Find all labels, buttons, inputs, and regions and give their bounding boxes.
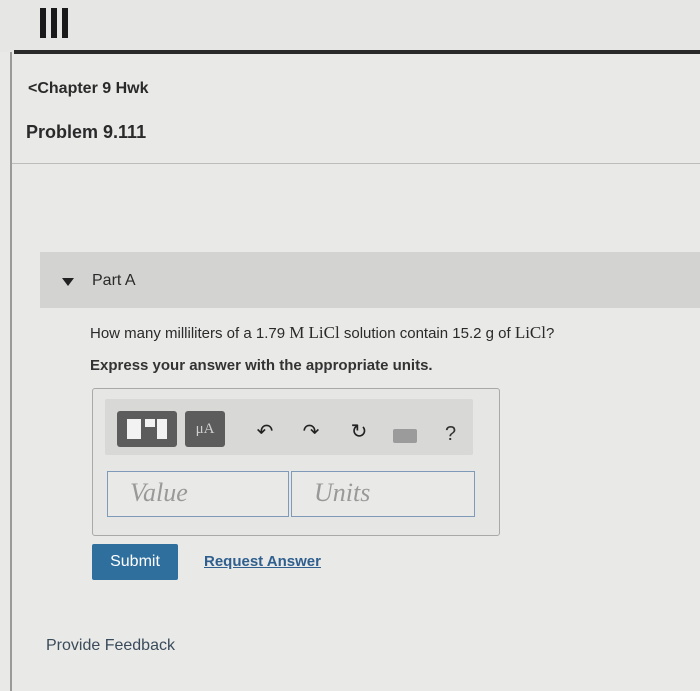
question-solute: LiCl xyxy=(308,323,340,342)
part-a-header[interactable]: Part A xyxy=(40,252,700,308)
caret-down-icon[interactable] xyxy=(62,278,74,286)
section-divider xyxy=(12,163,700,164)
top-bar xyxy=(0,0,700,52)
reset-icon[interactable]: ↻ xyxy=(349,421,369,441)
question-middle: solution contain 15.2 g of xyxy=(339,325,515,342)
instruction-text: Express your answer with the appropriate… xyxy=(90,357,433,374)
chapter-link-label: Chapter 9 Hwk xyxy=(37,80,149,97)
request-answer-link[interactable]: Request Answer xyxy=(204,553,321,570)
units-input[interactable]: Units xyxy=(291,471,475,517)
side-divider xyxy=(10,52,12,691)
undo-icon[interactable]: ↶ xyxy=(255,421,275,441)
chevron-left-icon: < xyxy=(28,80,38,97)
question-text: How many milliliters of a 1.79 M LiCl so… xyxy=(90,323,554,343)
question-molarity-unit: M xyxy=(289,323,305,342)
question-suffix: ? xyxy=(546,325,555,342)
keyboard-icon[interactable] xyxy=(393,429,417,443)
page-title: Problem 9.111 xyxy=(26,122,147,142)
templates-icon xyxy=(127,419,141,439)
equation-toolbar: μA ↶ ↷ ↻ ? xyxy=(105,399,473,455)
units-mu-button[interactable]: μA xyxy=(185,411,225,447)
help-button[interactable]: ? xyxy=(445,423,456,446)
menu-icon[interactable] xyxy=(40,8,68,38)
redo-icon[interactable]: ↷ xyxy=(301,421,321,441)
answer-box: μA ↶ ↷ ↻ ? Value Units xyxy=(92,388,500,536)
submit-button[interactable]: Submit xyxy=(92,544,178,580)
question-prefix: How many milliliters of a 1.79 xyxy=(90,325,290,342)
provide-feedback-link[interactable]: Provide Feedback xyxy=(46,637,175,655)
value-input[interactable]: Value xyxy=(107,471,289,517)
part-a-label: Part A xyxy=(92,272,136,289)
templates-button[interactable] xyxy=(117,411,177,447)
top-divider xyxy=(14,50,700,54)
question-solute-end: LiCl xyxy=(514,323,546,342)
breadcrumb-chapter-link[interactable]: <Chapter 9 Hwk xyxy=(28,80,148,98)
